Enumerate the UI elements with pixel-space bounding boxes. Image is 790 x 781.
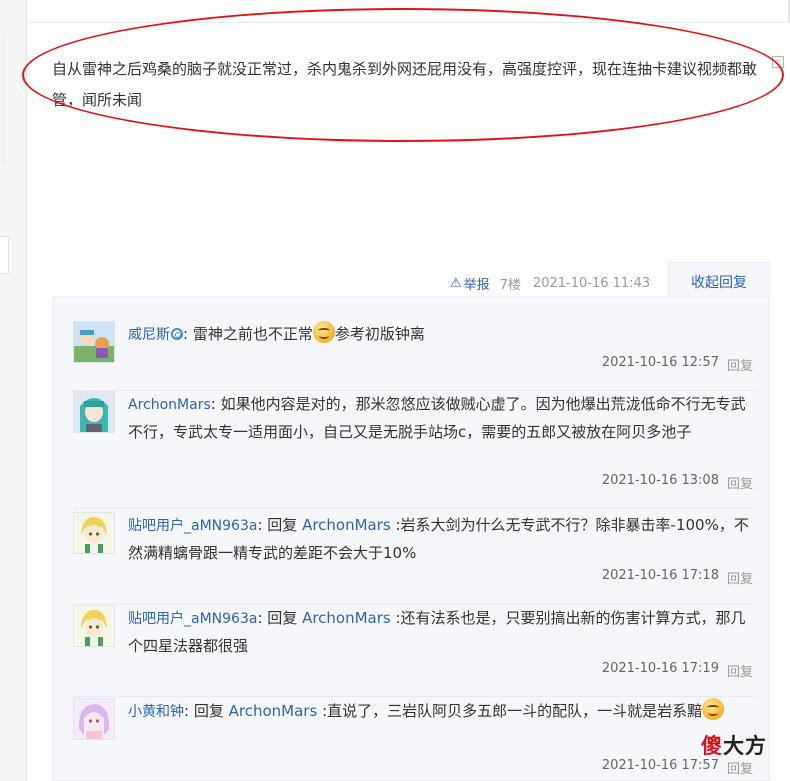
reply-button[interactable]: 回复 bbox=[727, 661, 753, 680]
post-timestamp: 2021-10-16 11:43 bbox=[532, 275, 651, 291]
reply-prefix: 回复 bbox=[267, 609, 298, 627]
collapse-replies-button[interactable]: 收起回复 bbox=[668, 262, 770, 297]
reply-prefix: 回复 bbox=[267, 516, 298, 534]
post-meta-bar: ⚠ 举报 7楼 2021-10-16 11:43 bbox=[450, 272, 650, 294]
reply-footer: 2021-10-16 12:57 回复 bbox=[602, 355, 753, 374]
red-annotation-ellipse bbox=[22, 8, 784, 142]
vortex-icon bbox=[171, 328, 183, 340]
reply-footer: 2021-10-16 17:19 回复 bbox=[602, 661, 753, 680]
watermark: 傻大方 bbox=[701, 730, 767, 760]
reply-button[interactable]: 回复 bbox=[727, 473, 753, 492]
report-link[interactable]: ⚠ 举报 bbox=[450, 274, 490, 293]
smiley-emoji-icon bbox=[312, 321, 335, 343]
reply-time: 2021-10-16 17:19 bbox=[601, 661, 719, 676]
reply-time: 2021-10-16 17:57 bbox=[601, 758, 719, 773]
reply-text: 小黄和钟: 回复 ArchonMars :直说了，三岩队阿贝多五郎一斗的配队，一… bbox=[128, 698, 753, 726]
reply-text: 威尼斯: 雷神之前也不正常 参考初版钟离 bbox=[128, 321, 753, 349]
avatar[interactable] bbox=[73, 698, 115, 740]
watermark-red-char: 傻 bbox=[701, 734, 723, 758]
reply-username[interactable]: 贴吧用户_aMN963a bbox=[128, 518, 257, 534]
left-divider bbox=[0, 36, 4, 166]
reply-time: 2021-10-16 13:08 bbox=[601, 473, 719, 488]
reply-separator bbox=[73, 696, 753, 697]
avatar[interactable] bbox=[73, 391, 115, 433]
smiley-emoji-icon bbox=[702, 698, 725, 720]
reply-footer: 2021-10-16 17:18 回复 bbox=[602, 568, 753, 587]
reply-username[interactable]: 贴吧用户_aMN963a bbox=[128, 611, 257, 627]
avatar[interactable] bbox=[73, 512, 115, 554]
reply-target-link[interactable]: ArchonMars bbox=[302, 516, 391, 534]
left-page-strip bbox=[0, 0, 27, 781]
report-label: 举报 bbox=[463, 277, 490, 293]
reply-body-tail: 参考初版钟离 bbox=[334, 325, 425, 343]
reply-panel: 威尼斯: 雷神之前也不正常 参考初版钟离 2021-10-16 12:57 回复 … bbox=[52, 296, 770, 781]
reply-text: ArchonMars: 如果他内容是对的，那米忽悠应该做贼心虚了。因为他爆出荒泷… bbox=[128, 395, 746, 441]
reply-username[interactable]: 小黄和钟 bbox=[128, 704, 184, 720]
reply-body: :直说了，三岩队阿贝多五郎一斗的配队，一斗就是岩系黯 bbox=[322, 702, 703, 720]
reply-time: 2021-10-16 12:57 bbox=[601, 355, 719, 370]
floor-number: 7楼 bbox=[499, 277, 521, 293]
reply-button[interactable]: 回复 bbox=[727, 355, 753, 374]
watermark-black-chars: 大方 bbox=[723, 734, 767, 758]
reply-username[interactable]: 威尼斯 bbox=[128, 327, 170, 343]
warning-icon: ⚠ bbox=[450, 275, 462, 291]
reply-body: 如果他内容是对的，那米忽悠应该做贼心虚了。因为他爆出荒泷低命不行无专武不行，专武… bbox=[128, 395, 746, 441]
avatar[interactable] bbox=[73, 321, 115, 363]
reply-separator bbox=[73, 603, 753, 604]
reply-button[interactable]: 回复 bbox=[727, 758, 753, 777]
reply-body: 雷神之前也不正常 bbox=[192, 325, 313, 343]
avatar[interactable] bbox=[73, 605, 115, 647]
reply-target-link[interactable]: ArchonMars bbox=[229, 702, 318, 720]
reply-footer: 2021-10-16 13:08 回复 bbox=[602, 473, 753, 492]
reply-username[interactable]: ArchonMars bbox=[128, 397, 211, 413]
reply-prefix: 回复 bbox=[193, 702, 224, 720]
reply-text: 贴吧用户_aMN963a: 回复 ArchonMars :岩系大剑为什么无专武不… bbox=[128, 516, 749, 562]
reply-time: 2021-10-16 17:18 bbox=[601, 568, 719, 583]
reply-text: 贴吧用户_aMN963a: 回复 ArchonMars :还有法系也是，只要别搞… bbox=[128, 609, 746, 655]
left-edge-box bbox=[0, 236, 9, 274]
reply-footer: 2021-10-16 17:57 回复 bbox=[602, 758, 753, 777]
reply-button[interactable]: 回复 bbox=[727, 568, 753, 587]
reply-separator bbox=[73, 508, 753, 509]
reply-target-link[interactable]: ArchonMars bbox=[302, 609, 391, 627]
